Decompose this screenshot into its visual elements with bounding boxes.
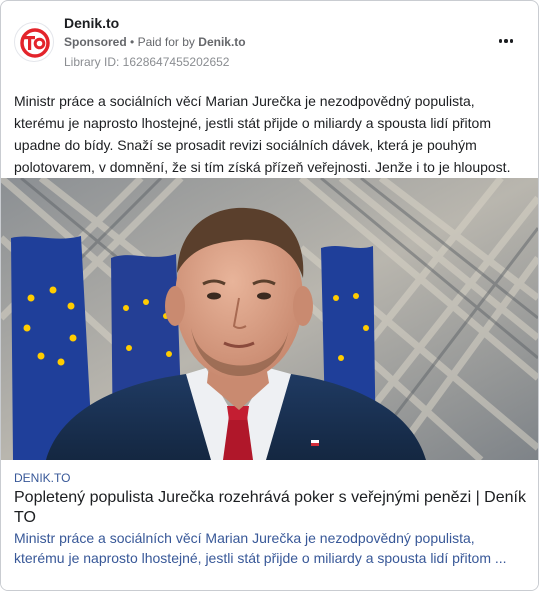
post-body-text: Ministr práce a sociálních věcí Marian J… bbox=[14, 93, 511, 175]
more-dot bbox=[509, 39, 514, 43]
paid-for-by-label: Paid for by bbox=[137, 35, 195, 49]
link-domain[interactable]: DENIK.TO bbox=[14, 471, 70, 485]
more-options-button[interactable] bbox=[492, 31, 520, 51]
ad-card: Denik.to Sponsored • Paid for by Denik.t… bbox=[0, 0, 539, 591]
library-id: Library ID: 1628647455202652 bbox=[64, 55, 230, 69]
meta-separator: • bbox=[130, 35, 135, 49]
sponsored-label: Sponsored bbox=[64, 35, 127, 49]
link-preview[interactable]: DENIK.TO Popletený populista Jurečka roz… bbox=[1, 460, 538, 590]
post-header: Denik.to Sponsored • Paid for by Denik.t… bbox=[14, 13, 526, 73]
politician-photo bbox=[1, 178, 538, 460]
more-dot bbox=[504, 39, 508, 43]
link-title[interactable]: Popletený populista Jurečka rozehrává po… bbox=[14, 488, 529, 528]
denik-to-logo bbox=[20, 28, 50, 58]
payer-name[interactable]: Denik.to bbox=[198, 35, 245, 49]
link-description[interactable]: Ministr práce a sociálních věcí Marian J… bbox=[14, 528, 529, 568]
page-name[interactable]: Denik.to bbox=[64, 15, 119, 31]
ad-image[interactable] bbox=[1, 178, 538, 460]
more-horizontal-icon bbox=[498, 39, 503, 43]
avatar[interactable] bbox=[14, 22, 54, 62]
sponsored-meta: Sponsored • Paid for by Denik.to bbox=[64, 35, 246, 49]
